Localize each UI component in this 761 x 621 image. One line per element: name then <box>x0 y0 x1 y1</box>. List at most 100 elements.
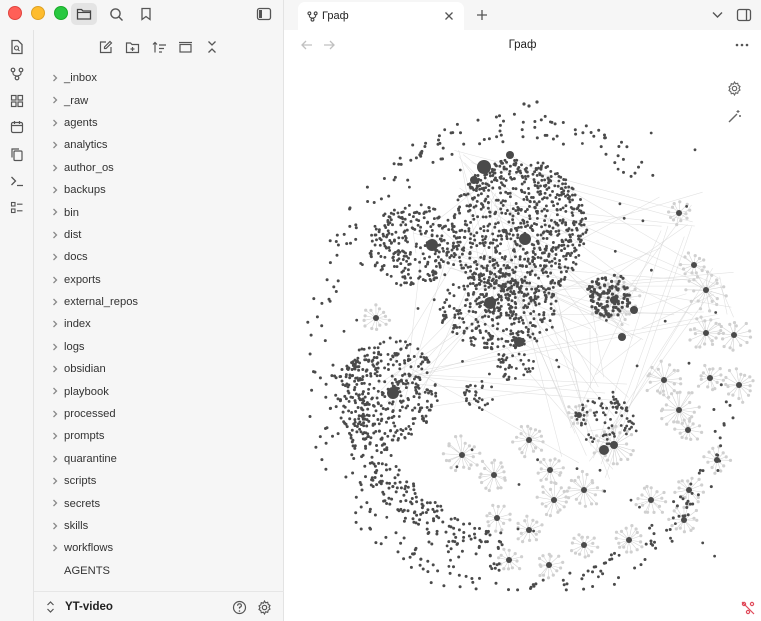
folder-item[interactable]: processed <box>34 403 284 425</box>
folder-item[interactable]: analytics <box>34 134 284 156</box>
tree-item-label: docs <box>64 251 88 264</box>
tree-item-label: index <box>64 318 91 331</box>
toggle-left-sidebar-button[interactable] <box>251 3 277 25</box>
close-window-button[interactable] <box>8 6 22 20</box>
tree-item-label: external_repos <box>64 296 139 309</box>
animate-graph-button[interactable] <box>723 105 745 127</box>
tree-item-label: _inbox <box>64 72 97 85</box>
settings-button[interactable] <box>254 597 274 617</box>
folder-item[interactable]: playbook <box>34 380 284 402</box>
obsidian-window: _inbox _rawagents analytics author_osbackup… <box>0 0 761 621</box>
tab-list-button[interactable] <box>708 6 726 24</box>
tree-item-label: dist <box>64 228 82 241</box>
open-graph-view-button[interactable] <box>5 63 29 85</box>
folder-item[interactable]: _inbox <box>34 67 284 89</box>
copy-icon <box>11 147 23 161</box>
open-quick-switcher-button[interactable] <box>5 36 29 58</box>
open-bases-button[interactable] <box>5 197 29 219</box>
tree-item-label: logs <box>64 340 85 353</box>
chevron-right-icon <box>53 410 58 418</box>
chevron-right-icon <box>53 96 58 104</box>
folder-item[interactable]: _raw <box>34 89 284 111</box>
new-note-button[interactable] <box>95 36 117 58</box>
folder-item[interactable]: author_os <box>34 157 284 179</box>
tree-item-label: _raw <box>64 94 89 107</box>
minimize-window-button[interactable] <box>31 6 45 20</box>
chevron-right-icon <box>53 186 58 194</box>
collapse-all-button[interactable] <box>201 36 223 58</box>
open-canvas-button[interactable] <box>5 90 29 112</box>
gear-icon <box>727 80 741 96</box>
folder-item[interactable]: bin <box>34 201 284 223</box>
more-options-button[interactable] <box>732 37 752 53</box>
sort-ascending-icon <box>152 41 166 53</box>
folder-item[interactable]: secrets <box>34 492 284 514</box>
graph-canvas[interactable] <box>284 60 761 621</box>
chevron-right-icon <box>53 343 58 351</box>
insert-template-button[interactable] <box>5 143 29 165</box>
graph-view[interactable] <box>284 60 761 621</box>
folder-item[interactable]: index <box>34 313 284 335</box>
tree-item-label: skills <box>64 520 89 532</box>
folder-item[interactable]: workflows <box>34 537 284 559</box>
layout-dashboard-icon <box>10 94 24 108</box>
chevron-right-icon <box>53 477 58 485</box>
chevron-right-icon <box>53 208 58 216</box>
folder-item[interactable]: backups <box>34 179 284 201</box>
view-title: Граф <box>508 39 537 51</box>
new-tab-button[interactable] <box>472 6 492 24</box>
folder-item[interactable]: dist <box>34 224 284 246</box>
folder-item[interactable]: external_repos <box>34 291 284 313</box>
folder-plus-icon <box>125 41 139 53</box>
folder-item[interactable]: skills <box>34 515 284 537</box>
graph-status-icon[interactable] <box>739 599 757 617</box>
open-daily-note-button[interactable] <box>5 116 29 138</box>
folder-icon <box>76 8 92 20</box>
close-tab-button[interactable] <box>442 9 456 23</box>
git-fork-icon <box>307 10 318 22</box>
file-search-icon <box>11 39 23 55</box>
change-sort-order-button[interactable] <box>148 36 170 58</box>
chevron-down-icon <box>712 12 722 18</box>
folder-item[interactable]: prompts <box>34 425 284 447</box>
folder-item[interactable]: scripts <box>34 470 284 492</box>
tab-graph[interactable]: Граф <box>298 2 464 30</box>
folder-item[interactable]: quarantine <box>34 448 284 470</box>
tree-item-label: agents <box>64 116 98 129</box>
vault-name: YT-video <box>65 601 113 613</box>
git-fork-off-icon <box>741 601 755 615</box>
graph-nodes <box>306 100 742 592</box>
chevron-right-icon <box>53 276 58 283</box>
folder-item[interactable]: obsidian <box>34 358 284 380</box>
new-folder-button[interactable] <box>121 36 143 58</box>
tree-item-label: quarantine <box>64 452 117 465</box>
toggle-right-sidebar-button[interactable] <box>734 5 754 25</box>
chevron-right-icon <box>53 522 58 530</box>
tree-item-label: workflows <box>64 542 114 555</box>
tree-item-label: backups <box>64 184 106 197</box>
graph-settings-button[interactable] <box>723 77 745 99</box>
open-command-palette-button[interactable] <box>5 170 29 192</box>
zoom-window-button[interactable] <box>54 6 68 20</box>
folder-item[interactable]: docs <box>34 246 284 268</box>
chevron-right-icon <box>53 388 58 395</box>
vault-switcher[interactable]: YT-video <box>46 598 113 616</box>
auto-reveal-file-button[interactable] <box>174 36 196 58</box>
tree-item-label: obsidian <box>64 363 106 376</box>
search-tab-button[interactable] <box>103 3 129 25</box>
folder-item[interactable]: exports <box>34 269 284 291</box>
chevron-right-icon <box>53 298 58 306</box>
folder-item[interactable]: logs <box>34 336 284 358</box>
chevron-right-icon <box>53 365 58 373</box>
files-tab-button[interactable] <box>71 3 97 25</box>
gear-icon <box>257 599 271 615</box>
help-button[interactable] <box>229 597 249 617</box>
chevron-right-icon <box>53 455 58 463</box>
file-tree: _inbox _rawagents analytics author_osbackup… <box>34 67 284 582</box>
chevron-right-icon <box>53 320 58 328</box>
bookmarks-tab-button[interactable] <box>133 3 159 25</box>
folder-item[interactable]: agents <box>34 112 284 134</box>
vault-footer: YT-video <box>34 591 284 621</box>
left-ribbon <box>0 30 34 621</box>
file-item[interactable]: AGENTS <box>34 560 284 582</box>
